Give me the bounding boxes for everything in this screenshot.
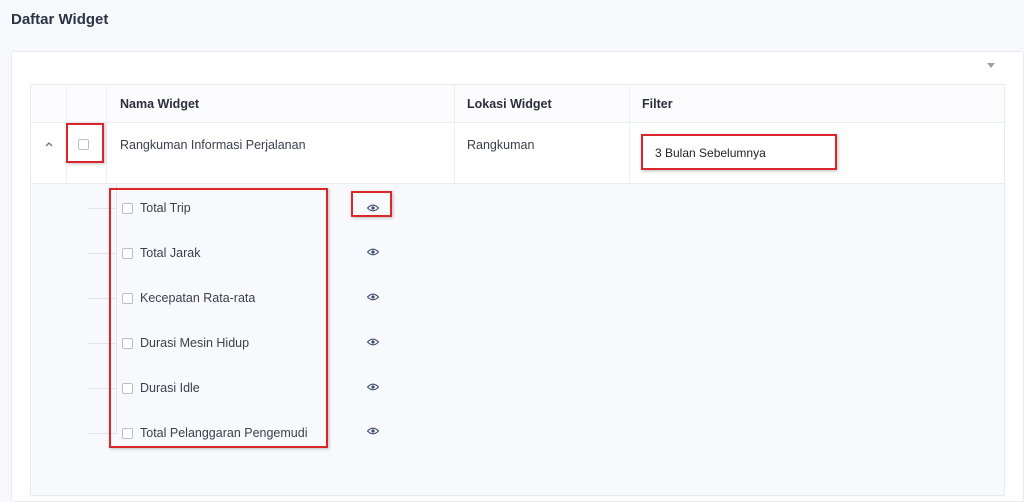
expand-chevron-up-icon[interactable] <box>44 139 54 149</box>
sub-item-label: Durasi Mesin Hidup <box>140 336 250 350</box>
list-item: Total Jarak <box>122 243 200 263</box>
row-widget-location: Rangkuman <box>467 138 535 152</box>
header-lokasi-widget: Lokasi Widget <box>467 97 552 111</box>
list-item: Durasi Idle <box>122 378 200 398</box>
list-item: Total Pelanggaran Pengemudi <box>122 423 307 443</box>
header-filter: Filter <box>642 97 673 111</box>
list-item: Kecepatan Rata-rata <box>122 288 255 308</box>
list-item: Durasi Mesin Hidup <box>122 333 249 353</box>
sub-item-checkbox[interactable] <box>122 382 133 394</box>
collapse-caret-icon[interactable] <box>987 63 995 68</box>
page-title: Daftar Widget <box>11 11 109 28</box>
table-row: Rangkuman Informasi Perjalanan Rangkuman… <box>31 123 1004 184</box>
sub-widget-list: Total Trip Total Jarak Kecepatan Rata-ra… <box>31 184 1004 495</box>
header-nama-widget: Nama Widget <box>120 97 200 111</box>
row-widget-name: Rangkuman Informasi Perjalanan <box>120 138 306 152</box>
eye-icon[interactable] <box>367 427 379 435</box>
filter-select[interactable]: 3 Bulan Sebelumnya <box>642 135 836 169</box>
sub-item-checkbox[interactable] <box>122 247 133 259</box>
widget-table: Nama Widget Lokasi Widget Filter Rangkum… <box>30 84 1005 496</box>
eye-icon[interactable] <box>367 383 379 391</box>
row-checkbox[interactable] <box>78 139 89 150</box>
sub-item-label: Durasi Idle <box>140 381 200 395</box>
sub-item-checkbox[interactable] <box>122 202 133 214</box>
sub-item-checkbox[interactable] <box>122 427 133 439</box>
eye-icon[interactable] <box>367 293 379 301</box>
sub-item-label: Total Pelanggaran Pengemudi <box>140 426 308 440</box>
sub-item-label: Kecepatan Rata-rata <box>140 291 256 305</box>
table-header-row: Nama Widget Lokasi Widget Filter <box>31 85 1004 123</box>
sub-item-checkbox[interactable] <box>122 337 133 349</box>
eye-icon[interactable] <box>367 204 379 212</box>
list-item: Total Trip <box>122 198 191 218</box>
eye-icon[interactable] <box>367 248 379 256</box>
sub-item-checkbox[interactable] <box>122 292 133 304</box>
eye-icon[interactable] <box>367 338 379 346</box>
sub-item-label: Total Jarak <box>140 246 201 260</box>
sub-item-label: Total Trip <box>140 201 191 215</box>
